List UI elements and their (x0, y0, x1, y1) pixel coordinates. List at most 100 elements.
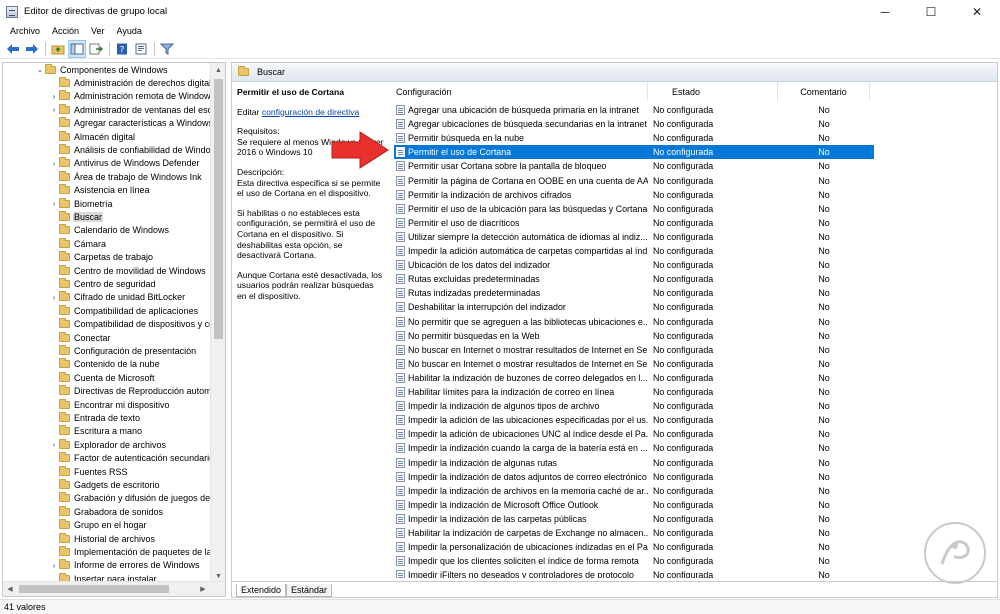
chevron-right-icon[interactable]: › (49, 159, 59, 168)
policy-row[interactable]: Impedir iFilters no deseados y controlad… (394, 568, 874, 578)
menu-ver[interactable]: Ver (85, 26, 111, 36)
console-tree-icon[interactable] (68, 39, 86, 58)
tree-item[interactable]: Administración de derechos digitale (49, 76, 212, 89)
policy-row[interactable]: No buscar en Internet o mostrar resultad… (394, 343, 874, 357)
policy-row[interactable]: No buscar en Internet o mostrar resultad… (394, 357, 874, 371)
policy-row[interactable]: Impedir la adición de las ubicaciones es… (394, 413, 874, 427)
policy-row[interactable]: Rutas indizadas predeterminadas No config… (394, 286, 874, 300)
chevron-right-icon[interactable]: › (49, 92, 59, 101)
tree-item[interactable]: › Administrador de ventanas del escri (49, 103, 212, 116)
policy-row[interactable]: Impedir la indización de datos adjuntos … (394, 470, 874, 484)
chevron-right-icon[interactable]: › (49, 561, 59, 570)
forward-icon[interactable] (23, 40, 41, 58)
tree-item[interactable]: Grupo en el hogar (49, 519, 148, 532)
tree-item[interactable]: Agregar características a Windows 1 (49, 117, 212, 130)
policy-row[interactable]: Agregar ubicaciones de búsqueda secundar… (394, 117, 874, 131)
policy-row[interactable]: Ubicación de los datos del indizador No c… (394, 258, 874, 272)
policy-row[interactable]: Permitir la página de Cortana en OOBE en… (394, 174, 874, 188)
policy-row[interactable]: Permitir la indización de archivos cifra… (394, 188, 874, 202)
tab-estandar[interactable]: Estándar (286, 584, 333, 597)
tree-item[interactable]: › Biometría (49, 197, 114, 210)
menu-ayuda[interactable]: Ayuda (111, 26, 148, 36)
chevron-down-icon[interactable]: ⌄ (35, 65, 45, 74)
column-header-configuracion[interactable]: Configuración (394, 82, 648, 101)
tree-item[interactable]: Directivas de Reproducción automá (49, 385, 212, 398)
back-icon[interactable] (4, 40, 22, 58)
tree-item[interactable]: Buscar (49, 210, 104, 223)
tree-item[interactable]: Fuentes RSS (49, 465, 129, 478)
tree-item[interactable]: Entrada de texto (49, 411, 141, 424)
tree-item[interactable]: Cuenta de Microsoft (49, 371, 156, 384)
edit-policy-link[interactable]: configuración de directiva (262, 107, 359, 117)
policy-row[interactable]: Impedir la indización cuando la carga de… (394, 441, 874, 455)
tree-item[interactable]: Cámara (49, 237, 107, 250)
tree-item[interactable]: Calendario de Windows (49, 224, 170, 237)
tree-item[interactable]: Centro de seguridad (49, 277, 157, 290)
close-button[interactable]: ✕ (954, 0, 1000, 23)
tree-item[interactable]: Almacén digital (49, 130, 136, 143)
chevron-right-icon[interactable]: › (49, 293, 59, 302)
properties-icon[interactable] (132, 40, 150, 58)
policy-row[interactable]: Impedir la indización de archivos en la … (394, 484, 874, 498)
policy-row[interactable]: Impedir la adición automática de carpeta… (394, 244, 874, 258)
policy-row[interactable]: Impedir la indización de algunos tipos d… (394, 399, 874, 413)
help-icon[interactable]: ? (113, 40, 131, 58)
tree-item[interactable]: Contenido de la nube (49, 358, 161, 371)
policy-row[interactable]: Deshabilitar la interrupción del indizad… (394, 300, 874, 314)
up-folder-icon[interactable] (49, 40, 67, 58)
scroll-thumb[interactable] (214, 79, 223, 339)
tree-horizontal-scrollbar[interactable]: ◀ ▶ (3, 581, 225, 596)
policy-row[interactable]: Impedir la adición de ubicaciones UNC al… (394, 427, 874, 441)
tab-extendido[interactable]: Extendido (236, 584, 287, 597)
chevron-right-icon[interactable]: › (49, 199, 59, 208)
tree-item[interactable]: Grabadora de sonidos (49, 505, 164, 518)
tree-item[interactable]: Asistencia en línea (49, 184, 151, 197)
tree-item[interactable]: › Cifrado de unidad BitLocker (49, 291, 186, 304)
scroll-right-icon[interactable]: ▶ (196, 582, 210, 596)
tree-item[interactable]: › Antivirus de Windows Defender (49, 157, 201, 170)
policy-row[interactable]: Impedir la indización de las carpetas pú… (394, 512, 874, 526)
tree-item[interactable]: Compatibilidad de aplicaciones (49, 304, 199, 317)
policy-row[interactable]: Habilitar la indización de carpetas de E… (394, 526, 874, 540)
menu-archivo[interactable]: Archivo (4, 26, 46, 36)
tree-item[interactable]: Compatibilidad de dispositivos y co (49, 318, 212, 331)
export-list-icon[interactable] (87, 40, 105, 58)
tree-item[interactable]: Encontrar mi dispositivo (49, 398, 171, 411)
policy-row[interactable]: Permitir búsqueda en la nube No configura… (394, 131, 874, 145)
tree-root[interactable]: ⌄ Componentes de Windows (35, 63, 169, 76)
tree-item[interactable]: Carpetas de trabajo (49, 251, 154, 264)
policy-row[interactable]: Habilitar límites para la indización de … (394, 385, 874, 399)
hscroll-thumb[interactable] (19, 585, 169, 593)
policy-row[interactable]: No permitir búsquedas en la Web No config… (394, 329, 874, 343)
tree-item[interactable]: Grabación y difusión de juegos de W (49, 492, 212, 505)
minimize-button[interactable]: ─ (862, 0, 908, 23)
tree-vertical-scrollbar[interactable]: ▲ ▼ (210, 63, 225, 583)
policy-row[interactable]: Rutas excluidas predeterminadas No config… (394, 272, 874, 286)
policy-row[interactable]: Agregar una ubicación de búsqueda primar… (394, 103, 874, 117)
tree-item[interactable]: › Administración remota de Windows (49, 90, 212, 103)
filter-icon[interactable] (158, 40, 176, 58)
tree-item[interactable]: Configuración de presentación (49, 344, 197, 357)
policy-row[interactable]: Permitir el uso de Cortana No configurada… (394, 145, 874, 160)
tree-item[interactable]: › Explorador de archivos (49, 438, 167, 451)
menu-accion[interactable]: Acción (46, 26, 85, 36)
policy-row[interactable]: Permitir el uso de la ubicación para las… (394, 202, 874, 216)
policy-row[interactable]: Impedir la indización de algunas rutas No… (394, 456, 874, 470)
tree-item[interactable]: Gadgets de escritorio (49, 478, 161, 491)
tree-item[interactable]: Análisis de confiabilidad de Window (49, 143, 212, 156)
tree-item[interactable]: › Informe de errores de Windows (49, 559, 201, 572)
policy-row[interactable]: Permitir el uso de diacríticos No configu… (394, 216, 874, 230)
tree-item[interactable]: Centro de movilidad de Windows (49, 264, 207, 277)
tree-item[interactable]: Factor de autenticación secundario (49, 452, 212, 465)
maximize-button[interactable]: ☐ (908, 0, 954, 23)
scroll-up-icon[interactable]: ▲ (211, 63, 225, 77)
column-header-estado[interactable]: Estado (648, 82, 778, 101)
policy-row[interactable]: Habilitar la indización de buzones de co… (394, 371, 874, 385)
policy-row[interactable]: Permitir usar Cortana sobre la pantalla … (394, 159, 874, 173)
policy-row[interactable]: No permitir que se agreguen a las biblio… (394, 315, 874, 329)
column-header-comentario[interactable]: Comentario (778, 82, 870, 101)
policy-row[interactable]: Impedir la indización de Microsoft Offic… (394, 498, 874, 512)
policy-row[interactable]: Utilizar siempre la detección automática… (394, 230, 874, 244)
policy-row[interactable]: Impedir que los clientes soliciten el ín… (394, 554, 874, 568)
tree-item[interactable]: Área de trabajo de Windows Ink (49, 170, 203, 183)
